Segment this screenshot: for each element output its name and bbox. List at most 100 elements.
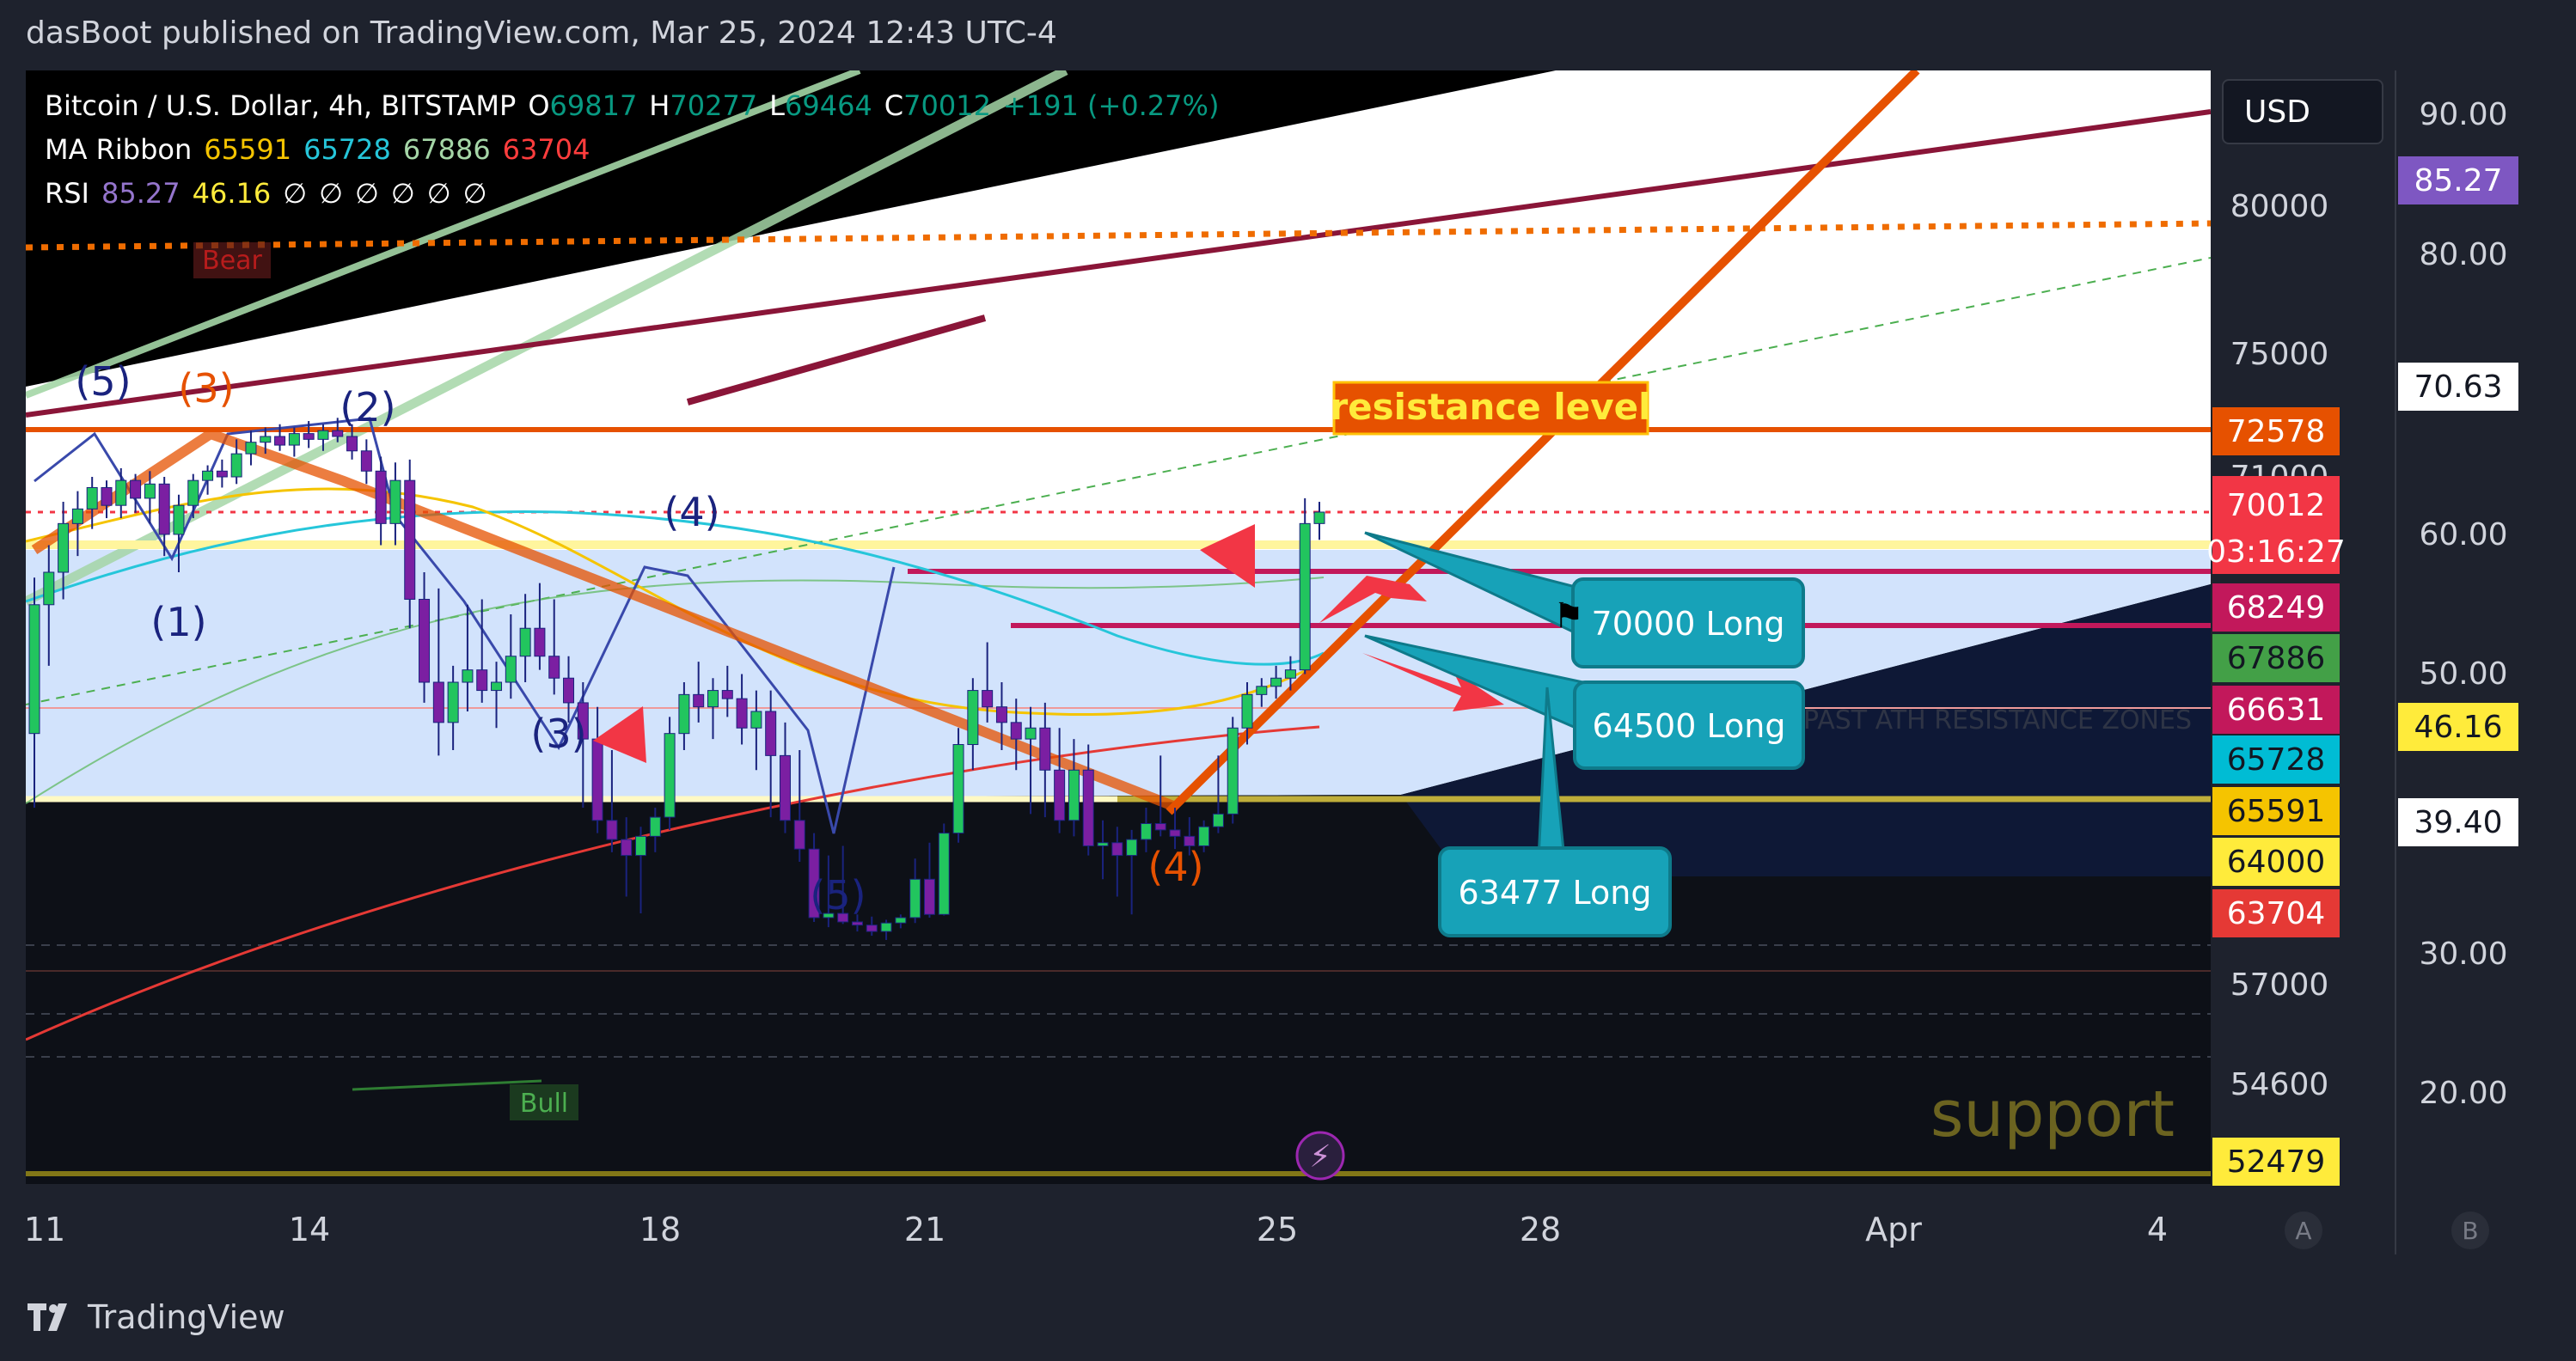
resistance-label: resistance level: [1330, 386, 1650, 428]
candle-body: [967, 690, 979, 746]
candle-body: [58, 522, 70, 573]
candle-body: [563, 677, 575, 704]
countdown-label: 03:16:27: [2206, 534, 2346, 570]
time-tick: 14: [289, 1211, 330, 1248]
candle-body: [419, 598, 431, 683]
rsi-tick: 30.00: [2419, 937, 2507, 972]
candle-body: [1111, 842, 1123, 857]
candle-body: [1212, 813, 1224, 827]
rsi-tick: 90.00: [2419, 97, 2507, 132]
price-tick: 75000: [2230, 337, 2329, 372]
svg-text:A: A: [2295, 1217, 2311, 1245]
wave-label: (1): [150, 599, 206, 645]
time-tick: 21: [904, 1211, 945, 1248]
candle-body: [288, 433, 300, 446]
wave-label: (3): [530, 711, 586, 757]
low-label: L: [769, 89, 785, 122]
candle-body: [707, 690, 719, 708]
candle-body: [303, 433, 315, 440]
support-label: support: [1930, 1077, 2175, 1151]
ma-value-3: 67886: [402, 133, 491, 166]
candle-body: [895, 917, 907, 924]
candle-body: [851, 921, 863, 926]
rsi-tick: 60.00: [2419, 517, 2507, 552]
candle-body: [404, 479, 416, 600]
high-label: H: [649, 89, 670, 122]
candle-body: [71, 508, 83, 524]
rsi-tick: 50.00: [2419, 656, 2507, 692]
candle-body: [346, 436, 358, 452]
candle-body: [505, 656, 517, 683]
candle-body: [230, 453, 242, 478]
high-value: 70277: [670, 89, 758, 122]
candle-body: [606, 820, 618, 840]
candle-body: [187, 479, 199, 506]
price-tick: 54600: [2230, 1067, 2329, 1102]
price-tag-label: 66631: [2227, 693, 2326, 728]
candle-body: [1126, 839, 1138, 857]
candle-body: [952, 744, 964, 834]
candle-body: [1097, 842, 1109, 846]
candle-body: [1284, 669, 1296, 679]
price-tag-label: 52479: [2227, 1144, 2326, 1180]
candle-body: [1299, 522, 1311, 671]
time-tick: 4: [2147, 1211, 2168, 1248]
price-tag-label: 64000: [2227, 845, 2326, 880]
ma-value-1: 65591: [204, 133, 292, 166]
legend-ma-row: MA Ribbon 65591 65728 67886 63704: [45, 133, 602, 166]
price-tag-label: 65591: [2227, 794, 2326, 829]
ma-label: MA Ribbon: [45, 133, 193, 166]
legend-rsi-row: RSI 85.27 46.16 ∅ ∅ ∅ ∅ ∅ ∅: [45, 177, 499, 210]
candle-body: [28, 604, 40, 735]
candle-body: [1154, 822, 1166, 831]
price-tag-label: 67886: [2227, 641, 2326, 676]
long-callout-label: 70000 Long: [1592, 605, 1785, 643]
candle-body: [693, 693, 705, 708]
candle-body: [158, 483, 170, 535]
time-tick: 28: [1520, 1211, 1561, 1248]
candle-body: [534, 627, 546, 657]
candle-body: [721, 690, 733, 699]
rsi-tick: 20.00: [2419, 1076, 2507, 1111]
currency-selector[interactable]: USD: [2222, 79, 2383, 144]
candle-body: [360, 450, 372, 472]
wave-label: (2): [340, 384, 395, 430]
candle-body: [995, 706, 1007, 723]
candle-body: [1313, 511, 1325, 524]
candle-body: [1039, 727, 1051, 771]
candle-body: [1140, 822, 1152, 840]
time-tick: 11: [24, 1211, 65, 1248]
wave-label: (4): [664, 489, 719, 535]
price-tag-label: 70012: [2227, 488, 2326, 523]
tradingview-logo[interactable]: TradingView: [28, 1293, 285, 1341]
open-label: O: [528, 89, 550, 122]
price-tag-label: 63704: [2227, 896, 2326, 931]
candle-body: [86, 486, 98, 510]
candle-body: [750, 711, 762, 729]
wave-label: (5): [810, 872, 866, 919]
time-tick: 18: [639, 1211, 681, 1248]
candle-body: [736, 698, 748, 729]
bull-label: Bull: [520, 1089, 568, 1119]
candle-body: [202, 470, 214, 481]
rsi-tick: 80.00: [2419, 237, 2507, 272]
candle-body: [779, 754, 791, 821]
candle-body: [130, 479, 142, 499]
flag-marker: ⚑: [1553, 596, 1584, 636]
close-value: 70012: [903, 89, 991, 122]
svg-text:B: B: [2462, 1217, 2478, 1245]
candle-body: [519, 627, 531, 657]
candle-body: [332, 430, 344, 437]
ma-value-2: 65728: [303, 133, 391, 166]
legend-symbol-row: Bitcoin / U.S. Dollar, 4h, BITSTAMP O6981…: [45, 89, 1231, 122]
tradingview-logo-icon: [28, 1303, 67, 1331]
candle-body: [866, 925, 878, 932]
symbol-name: Bitcoin / U.S. Dollar, 4h, BITSTAMP: [45, 89, 517, 122]
price-tag-label: 72578: [2227, 414, 2326, 449]
ma-value-4: 63704: [502, 133, 590, 166]
candle-body: [1227, 727, 1239, 815]
candle-body: [432, 681, 444, 723]
time-tick: 25: [1257, 1211, 1298, 1248]
candle-body: [317, 430, 329, 440]
open-value: 69817: [549, 89, 638, 122]
